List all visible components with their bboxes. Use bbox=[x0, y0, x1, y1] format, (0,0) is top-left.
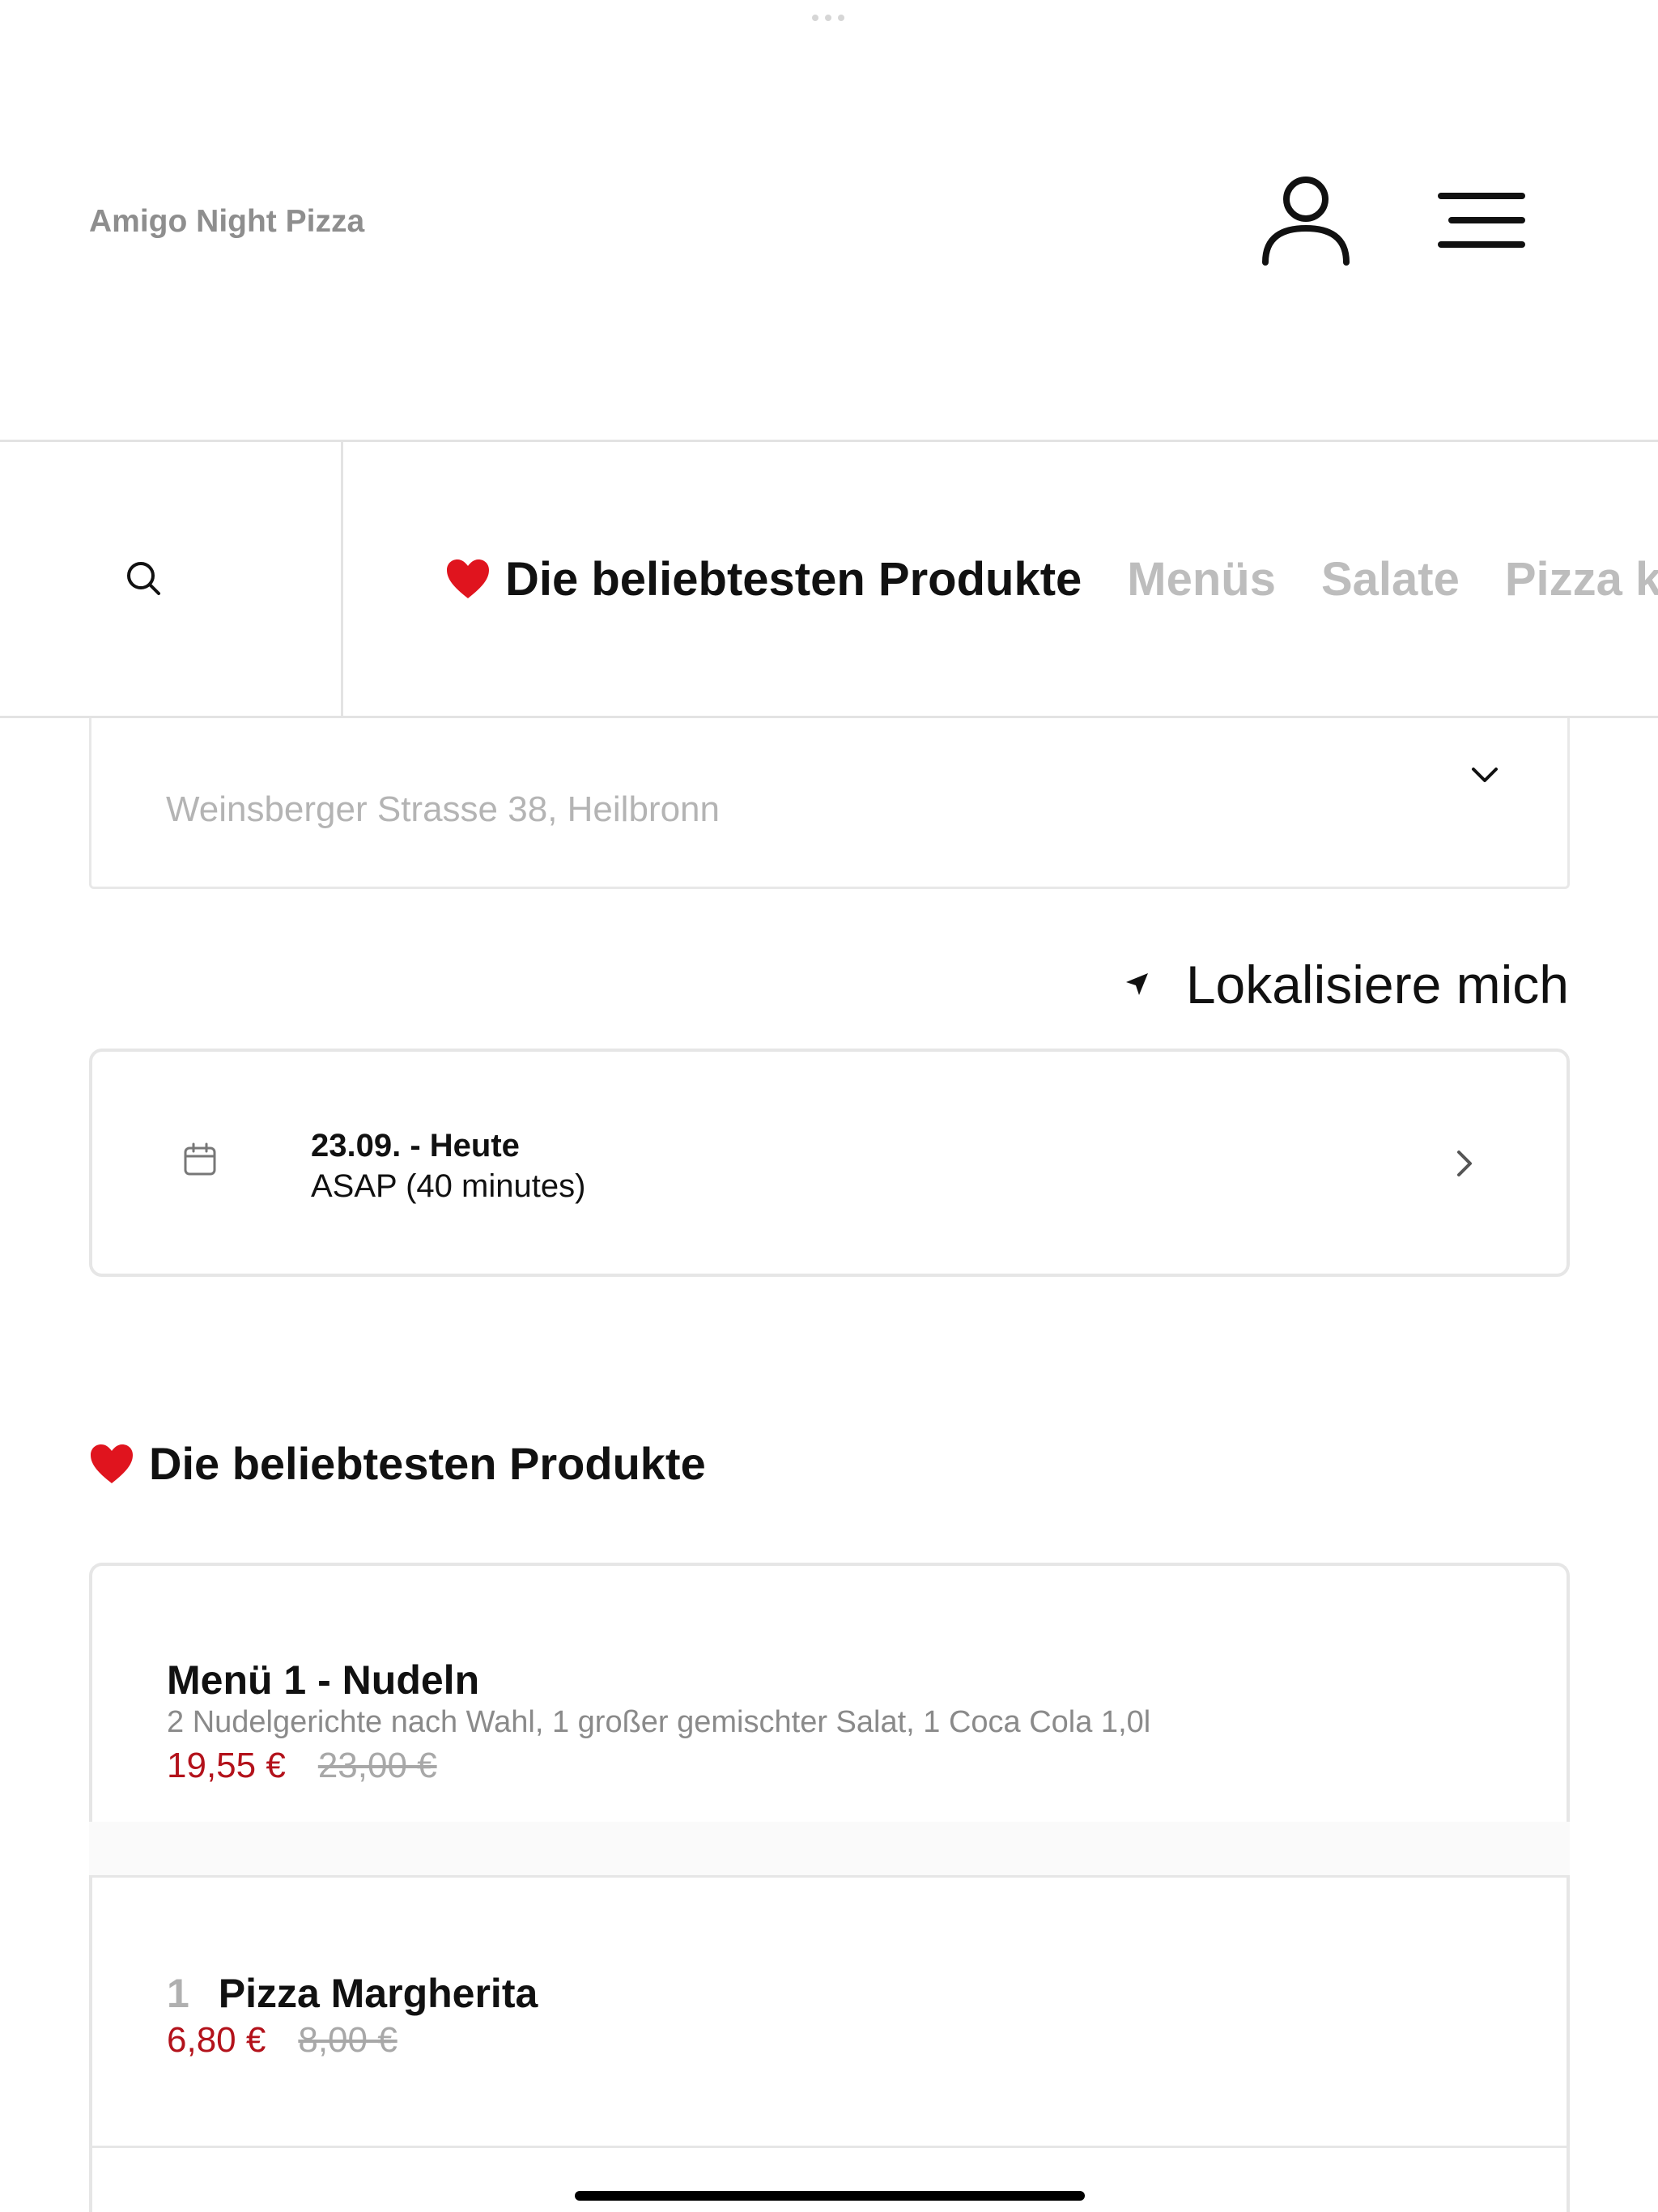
delivery-time: ASAP (40 minutes) bbox=[311, 1168, 586, 1204]
tab-label: Die beliebtesten Produkte bbox=[505, 552, 1082, 606]
price-original: 23,00 € bbox=[317, 1746, 437, 1785]
section-title-text: Die beliebtesten Produkte bbox=[149, 1438, 706, 1489]
address-field[interactable]: Weinsberger Strasse 38, Heilbronn bbox=[166, 789, 720, 830]
address-select[interactable]: Weinsberger Strasse 38, Heilbronn bbox=[89, 718, 1570, 889]
product-name-row: 1 Pizza Margherita bbox=[167, 1970, 538, 2017]
locate-me-button[interactable]: Lokalisiere mich bbox=[1123, 954, 1569, 1015]
card-divider bbox=[89, 1822, 1570, 1875]
tab-pizza[interactable]: Pizza k bbox=[1505, 552, 1658, 606]
heart-icon bbox=[91, 1444, 133, 1483]
search-icon bbox=[127, 562, 160, 595]
product-name: Menü 1 - Nudeln bbox=[167, 1657, 480, 1703]
price-current: 19,55 € bbox=[167, 1746, 286, 1785]
user-icon bbox=[1262, 177, 1350, 266]
home-indicator bbox=[575, 2191, 1085, 2201]
delivery-time-selector[interactable]: 23.09. - Heute ASAP (40 minutes) bbox=[89, 1049, 1570, 1277]
tab-menus[interactable]: Menüs bbox=[1127, 552, 1276, 606]
tab-salads[interactable]: Salate bbox=[1321, 552, 1460, 606]
location-arrow-icon bbox=[1125, 973, 1148, 995]
locate-me-label: Lokalisiere mich bbox=[1185, 955, 1569, 1015]
price-current: 6,80 € bbox=[167, 2020, 266, 2060]
price-original: 8,00 € bbox=[298, 2020, 397, 2060]
section-heading: Die beliebtesten Produkte bbox=[89, 1437, 706, 1490]
product-price: 6,80 € 8,00 € bbox=[167, 2020, 397, 2061]
page: Amigo Night Pizza Die beliebtesten Produ… bbox=[0, 0, 1658, 2212]
product-card[interactable]: Menü 1 - Nudeln 2 Nudelgerichte nach Wah… bbox=[89, 1563, 1570, 1822]
category-tabs: Die beliebtesten Produkte Menüs Salate P… bbox=[445, 442, 1658, 716]
product-name: Pizza Margherita bbox=[218, 1971, 538, 2016]
cart-quantity: 1 bbox=[167, 1971, 189, 2016]
menu-button[interactable] bbox=[1437, 188, 1526, 253]
tab-popular-products[interactable]: Die beliebtesten Produkte bbox=[445, 552, 1082, 606]
category-nav: Die beliebtesten Produkte Menüs Salate P… bbox=[0, 442, 1658, 718]
product-card[interactable]: 1 Pizza Margherita 6,80 € 8,00 € bbox=[89, 1875, 1570, 2150]
product-card[interactable] bbox=[89, 2146, 1570, 2212]
chevron-right-icon bbox=[1457, 1151, 1472, 1176]
header: Amigo Night Pizza bbox=[0, 0, 1658, 442]
product-description: 2 Nudelgerichte nach Wahl, 1 großer gemi… bbox=[167, 1705, 1151, 1739]
search-button[interactable] bbox=[0, 442, 343, 716]
account-button[interactable] bbox=[1259, 172, 1353, 272]
brand-name[interactable]: Amigo Night Pizza bbox=[89, 204, 364, 240]
heart-icon bbox=[447, 559, 489, 598]
calendar-icon bbox=[184, 1142, 216, 1176]
hamburger-icon bbox=[1438, 193, 1525, 248]
delivery-date: 23.09. - Heute bbox=[311, 1128, 520, 1163]
chevron-down-icon bbox=[1472, 768, 1498, 782]
product-price: 19,55 € 23,00 € bbox=[167, 1746, 437, 1786]
